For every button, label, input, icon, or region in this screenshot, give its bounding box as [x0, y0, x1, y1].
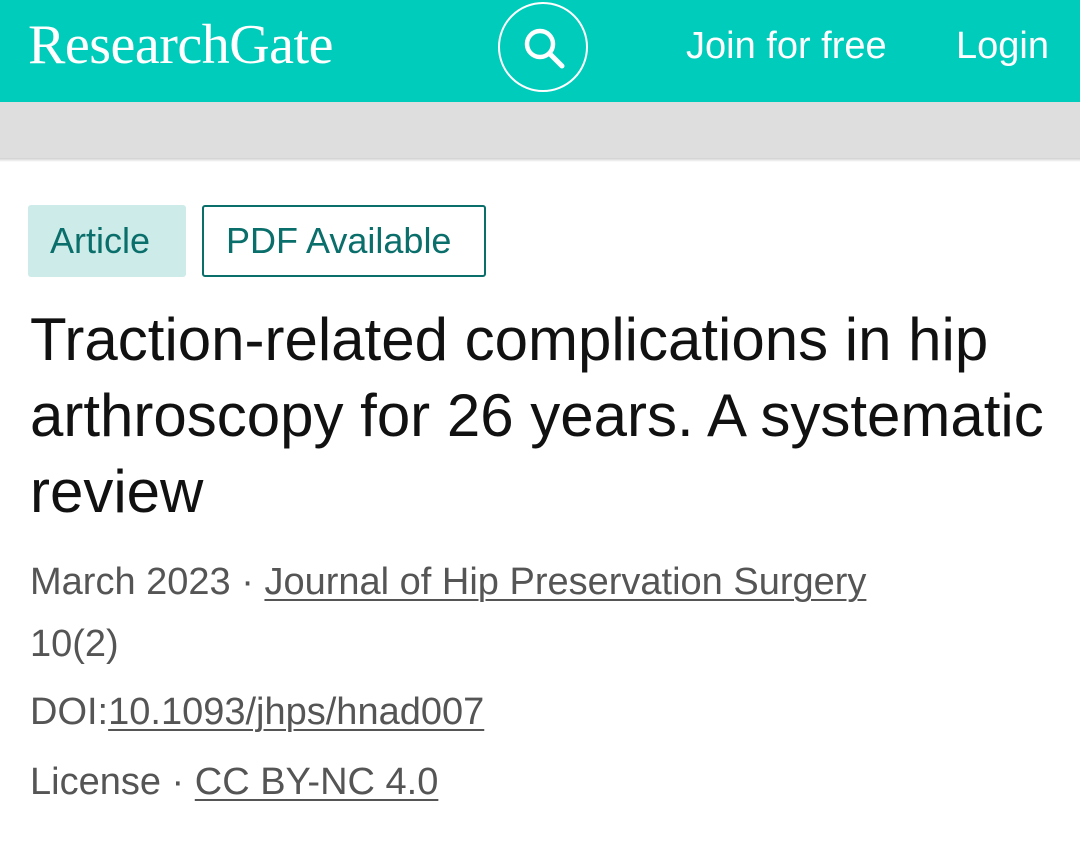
separator: · — [230, 561, 265, 603]
license-link[interactable]: CC BY-NC 4.0 — [195, 761, 439, 803]
separator: · — [160, 761, 195, 803]
researchgate-logo[interactable]: ResearchGate — [28, 10, 333, 80]
join-for-free-link[interactable]: Join for free — [686, 22, 887, 70]
publication-date: March 2023 — [30, 561, 231, 603]
journal-issue: 10(2) — [30, 623, 119, 665]
doi-line: DOI:10.1093/jhps/hnad007 — [30, 688, 484, 736]
article-title: Traction-related complications in hip ar… — [30, 306, 1044, 525]
license-line: License · CC BY-NC 4.0 — [30, 758, 438, 806]
publication-info: March 2023 · Journal of Hip Preservation… — [30, 558, 866, 606]
article-type-badge: Article — [28, 205, 186, 277]
search-button[interactable] — [498, 2, 588, 92]
sub-header-bar — [0, 102, 1080, 158]
pdf-available-badge[interactable]: PDF Available — [202, 205, 486, 277]
journal-link[interactable]: Journal of Hip Preservation Surgery — [264, 561, 866, 603]
divider — [0, 158, 1080, 162]
search-icon — [524, 28, 565, 69]
doi-label: DOI: — [30, 691, 109, 733]
doi-link[interactable]: 10.1093/jhps/hnad007 — [108, 691, 484, 733]
login-link[interactable]: Login — [956, 22, 1049, 70]
top-header: ResearchGate Join for free Login — [0, 0, 1080, 102]
license-label: License — [30, 761, 161, 803]
